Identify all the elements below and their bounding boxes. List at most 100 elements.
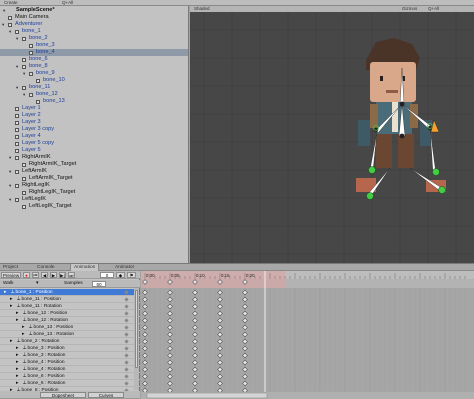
play-button[interactable]: ▶ <box>50 272 57 278</box>
expand-arrow-icon[interactable]: ▾ <box>16 35 18 42</box>
keyframe-toggle-icon[interactable] <box>124 339 129 344</box>
hierarchy-item[interactable]: bone_10 <box>0 77 188 84</box>
animated-property-row[interactable]: ▸ ⟂ bone_13 : Rotation <box>0 331 140 338</box>
hierarchy-item[interactable]: ▾ bone_9 <box>0 70 188 77</box>
animated-property-row[interactable]: ▸ ⟂ bone_4 : Position <box>0 359 140 366</box>
animated-property-row[interactable]: ▸ ⟂ bone_6 : Position <box>0 373 140 380</box>
expand-arrow-icon[interactable]: ▾ <box>9 182 11 189</box>
expand-arrow-icon[interactable]: ▸ <box>16 380 18 387</box>
hierarchy-item[interactable]: Layer 5 copy <box>0 140 188 147</box>
hierarchy-item[interactable]: LeftArmIK_Target <box>0 175 188 182</box>
expand-arrow-icon[interactable]: ▸ <box>16 352 18 359</box>
expand-arrow-icon[interactable]: ▸ <box>22 324 24 331</box>
keyframe-toggle-icon[interactable] <box>124 318 129 323</box>
hierarchy-item[interactable]: bone_4 <box>0 49 188 56</box>
animated-property-row[interactable]: ▸ ⟂ bone_3 : Position <box>0 345 140 352</box>
hierarchy-item[interactable]: ▾ bone_11 <box>0 84 188 91</box>
expand-arrow-icon[interactable]: ▸ <box>16 317 18 324</box>
keyframe-toggle-icon[interactable] <box>124 367 129 372</box>
hierarchy-item[interactable]: bone_6 <box>0 56 188 63</box>
animated-property-row[interactable]: ▸ ⟂ bone_4 : Rotation <box>0 366 140 373</box>
last-frame-button[interactable]: ⏭ <box>68 272 75 278</box>
expand-arrow-icon[interactable]: ▾ <box>16 84 18 91</box>
prev-frame-button[interactable]: ◀ <box>41 272 48 278</box>
expand-arrow-icon[interactable]: ▸ <box>16 310 18 317</box>
animated-property-row[interactable]: ▸ ⟂ bone_11 : Rotation <box>0 303 140 310</box>
keyframe-toggle-icon[interactable] <box>124 311 129 316</box>
hierarchy-item[interactable]: ▾ LeftArmIK <box>0 168 188 175</box>
hierarchy-item[interactable]: Layer 2 <box>0 112 188 119</box>
keyframe-toggle-icon[interactable] <box>124 374 129 379</box>
expand-arrow-icon[interactable]: ▸ <box>10 303 12 310</box>
hierarchy-item[interactable]: Layer 5 <box>0 147 188 154</box>
scene-canvas[interactable] <box>190 12 474 263</box>
animated-property-row[interactable]: ▸ ⟂ bone_13 : Position <box>0 324 140 331</box>
keyframe-toggle-icon[interactable] <box>124 304 129 309</box>
expand-arrow-icon[interactable]: ▾ <box>9 196 11 203</box>
animated-property-row[interactable]: ▸ ⟂ bone_1 : Position <box>0 289 140 296</box>
frame-field[interactable]: 0 <box>100 272 114 278</box>
first-frame-button[interactable]: ⏮ <box>32 272 39 278</box>
expand-arrow-icon[interactable]: ▾ <box>2 21 4 28</box>
hierarchy-item[interactable]: RightLegIK_Target <box>0 189 188 196</box>
hierarchy-item[interactable]: ▾ bone_1 <box>0 28 188 35</box>
samples-field[interactable]: 60 <box>92 281 106 287</box>
hierarchy-item[interactable]: ▾ RightArmIK <box>0 154 188 161</box>
expand-arrow-icon[interactable]: ▾ <box>3 7 5 14</box>
hierarchy-item[interactable]: Layer 4 <box>0 133 188 140</box>
tab-animator[interactable]: Animator <box>112 264 137 271</box>
keyframe-toggle-icon[interactable] <box>124 360 129 365</box>
tab-console[interactable]: Console <box>34 264 58 271</box>
keyframe-toggle-icon[interactable] <box>124 297 129 302</box>
scrollbar-thumb[interactable] <box>135 290 138 368</box>
expand-arrow-icon[interactable]: ▾ <box>16 63 18 70</box>
hierarchy-item[interactable]: bone_3 <box>0 42 188 49</box>
record-button[interactable]: ● <box>23 272 30 278</box>
expand-arrow-icon[interactable]: ▾ <box>23 70 25 77</box>
expand-arrow-icon[interactable]: ▸ <box>22 331 24 338</box>
expand-arrow-icon[interactable]: ▾ <box>9 154 11 161</box>
hierarchy-item[interactable]: ▾ Adventurer <box>0 21 188 28</box>
animated-property-row[interactable]: ▸ ⟂ bone_11 : Position <box>0 296 140 303</box>
keyframe-toggle-icon[interactable] <box>124 353 129 358</box>
expand-arrow-icon[interactable]: ▸ <box>4 289 6 296</box>
animated-property-row[interactable]: ▸ ⟂ bone_6 : Rotation <box>0 380 140 387</box>
curves-tab[interactable]: Curves <box>88 392 124 398</box>
expand-arrow-icon[interactable]: ▸ <box>16 359 18 366</box>
animated-property-row[interactable]: ▸ ⟂ bone_12 : Position <box>0 310 140 317</box>
hierarchy-item[interactable]: Main Camera <box>0 14 188 21</box>
dopesheet-tab[interactable]: Dopesheet <box>40 392 86 398</box>
hierarchy-item[interactable]: Layer 3 <box>0 119 188 126</box>
hierarchy-item[interactable]: ▾ bone_12 <box>0 91 188 98</box>
expand-arrow-icon[interactable]: ▾ <box>9 28 11 35</box>
hierarchy-item[interactable]: RightArmIK_Target <box>0 161 188 168</box>
hierarchy-item[interactable]: Layer 1 <box>0 105 188 112</box>
animated-property-row[interactable]: ▸ ⟂ bone_12 : Rotation <box>0 317 140 324</box>
hierarchy-item[interactable]: Layer 3 copy <box>0 126 188 133</box>
expand-arrow-icon[interactable]: ▸ <box>16 366 18 373</box>
clip-dropdown-arrow-icon[interactable]: ▾ <box>36 281 38 287</box>
expand-arrow-icon[interactable]: ▸ <box>10 338 12 345</box>
keyframe-toggle-icon[interactable] <box>124 346 129 351</box>
expand-arrow-icon[interactable]: ▸ <box>10 296 12 303</box>
clip-dropdown[interactable]: Walk <box>3 281 13 287</box>
expand-arrow-icon[interactable]: ▸ <box>16 373 18 380</box>
tab-project[interactable]: Project <box>0 264 21 271</box>
hierarchy-item[interactable]: ▾ bone_2 <box>0 35 188 42</box>
hierarchy-item[interactable]: ▾ LeftLegIK <box>0 196 188 203</box>
preview-toggle[interactable]: Preview <box>1 272 21 278</box>
add-keyframe-button[interactable]: ◆ <box>116 272 125 278</box>
property-scrollbar[interactable] <box>134 288 139 390</box>
hierarchy-item[interactable]: ▾ RightLegIK <box>0 182 188 189</box>
animated-property-row[interactable]: ▸ ⟂ bone_2 : Rotation <box>0 338 140 345</box>
expand-arrow-icon[interactable]: ▾ <box>9 168 11 175</box>
hierarchy-item[interactable]: ▾ bone_8 <box>0 63 188 70</box>
scene-view[interactable]: Shaded Gizmos Q+All <box>190 6 474 263</box>
hierarchy-item[interactable]: LeftLegIK_Target <box>0 203 188 210</box>
expand-arrow-icon[interactable]: ▾ <box>23 91 25 98</box>
timeline-canvas[interactable]: 0:00 0:05 0:10 0:15 0:20 <box>141 271 474 399</box>
keyframe-toggle-icon[interactable] <box>124 332 129 337</box>
add-event-button[interactable]: ⚑ <box>127 272 136 278</box>
next-frame-button[interactable]: ▶| <box>59 272 66 278</box>
hierarchy-item[interactable]: bone_13 <box>0 98 188 105</box>
